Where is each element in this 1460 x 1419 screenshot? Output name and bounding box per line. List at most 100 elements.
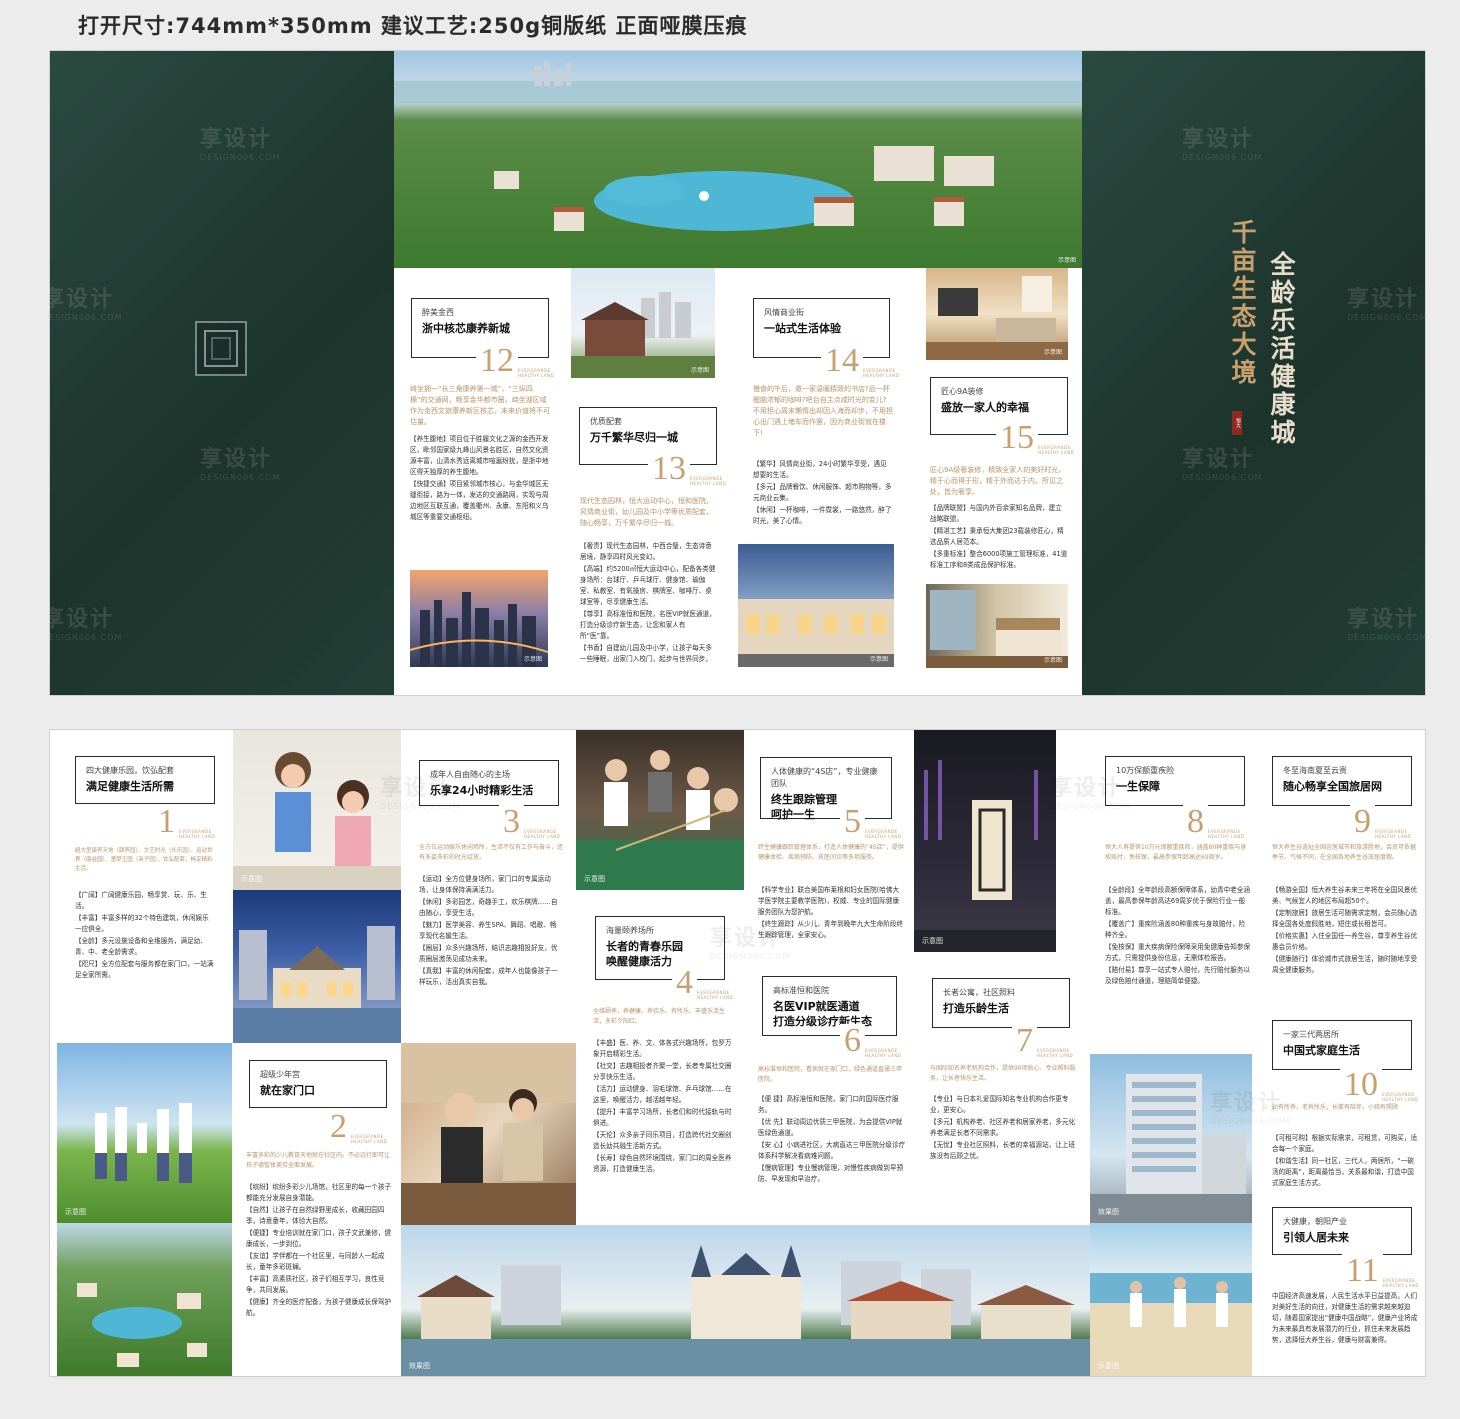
- feature-item: 【专业】与日本礼爱国际知名专业机构合作更专业，更安心。: [930, 1095, 1069, 1114]
- feature-item: 【休闲】多彩园艺，奇趣手工，欢乐棋牌……自由随心，享受生活。: [419, 898, 558, 917]
- panel-number-group: 1 EVERGRANDE HEALTHY LAND: [154, 805, 219, 839]
- heading-title: 一生保障: [1116, 780, 1160, 793]
- photo-caption: 示意图: [869, 656, 888, 663]
- feature-item: 【书香】自建幼儿园及中小学，让孩子每天多一些睡眠，出家门入校门，起步与世界同步。: [580, 644, 712, 663]
- photo-caption: 效果图: [409, 1362, 430, 1370]
- panel-intro: 丰富多彩的少儿教育天地就在社区内，不必远行即可让孩子德智体美劳全面发展。: [246, 1152, 391, 1169]
- panel-number-group: 8 EVERGRANDE HEALTHY LAND: [1183, 805, 1248, 839]
- panel-intro: 全维颐养，养健康、养欢乐、有所乐、丰盛乐活生活，多彩夕阳红。: [593, 1008, 726, 1025]
- photo-caption: 示意图: [65, 1208, 86, 1216]
- feature-item: 【健康】齐全的医疗配备，为孩子健康成长保驾护航。: [246, 1298, 392, 1317]
- feature-item: 【赔付易】尊享一站式专人赔付，先行赔付服务以及绿色赔付通道，理赔简单便捷。: [1105, 966, 1251, 985]
- feature-item: 【健康随行】体验城市式旅居生活，随时随地享受周全健康服务。: [1272, 955, 1418, 974]
- heading-title: 随心畅享全国旅居网: [1283, 780, 1382, 793]
- heading-subtitle: 高标准恒和医院: [773, 986, 829, 995]
- photo-caption: 示意图: [1098, 1362, 1119, 1370]
- feature-list: 【专业】与日本礼爱国际知名专业机构合作更专业，更安心。 【多元】机构养老、社区养…: [930, 1094, 1076, 1163]
- feature-list: 【畅游全国】恒大养生谷未来三年将在全国风景优美、气候宜人的地区布局超50个。 【…: [1272, 885, 1418, 977]
- clubhouse-night-photo: [233, 890, 401, 1043]
- feature-item: 【养生腹地】项目位于胜履文化之源的金西开发区，毗邻国家级九峰山风景名胜区，自然文…: [410, 435, 549, 476]
- feature-list: 中国经济高速发展，人民生活水平日益提高，人们对美好生活的向往，对健康生活的需求越…: [1272, 1291, 1418, 1347]
- panel-number: 7: [1012, 1024, 1037, 1058]
- feature-item: 【无忧】专业社区照料，长者的幸福源站，让上班族没有后顾之忧。: [930, 1141, 1076, 1160]
- heading-subtitle: 一家三代两居所: [1283, 1030, 1339, 1039]
- feature-item: 【全龄】多元设施设备和全维服务，满足幼、青、中、老全龄需求。: [75, 937, 207, 956]
- heading-box: 大健康，朝阳产业 引领人居未来: [1272, 1207, 1412, 1255]
- feature-item: 【社交】志趣相投者齐聚一堂，长者专属社交圈分享快乐生活。: [593, 1062, 732, 1081]
- feature-item: 【便捷】专业培训就在家门口，孩子文武兼修，健康成长，一步到位。: [246, 1229, 392, 1248]
- feature-list: 【便 捷】高标准恒和医院，家门口的国际医疗服务。 【优 先】联动周边优质三甲医院…: [758, 1094, 908, 1186]
- panel-number: 2: [326, 1110, 351, 1144]
- panel-number-group: 10 EVERGRANDE HEALTHY LAND: [1340, 1068, 1422, 1102]
- family-walking-photo: 示意图: [57, 1043, 232, 1223]
- number-tag: EVERGRANDE HEALTHY LAND: [865, 829, 902, 839]
- feature-item: 【真我】丰富的休闲配套，成年人也能像孩子一样玩乐，活出真实自我。: [419, 967, 558, 986]
- panel-number-group: 5 EVERGRANDE HEALTHY LAND: [840, 805, 905, 839]
- feature-list: 【广阔】广阔健康乐园，畅享赏、玩、乐、生活。 【丰富】丰富多样的32个特色建筑，…: [75, 890, 215, 982]
- heading-subtitle: 优质配套: [590, 417, 622, 426]
- panel-number-group: 14 EVERGRANDE HEALTHY LAND: [821, 344, 903, 378]
- feature-item: 【免核保】重大疾病保险保障采用免健康告知参保方式，只需提供身份信息，无需体检报告…: [1105, 943, 1251, 962]
- hospital-building-photo: 效果图: [1090, 1054, 1252, 1223]
- panel-number-group: 7 EVERGRANDE HEALTHY LAND: [1012, 1024, 1077, 1058]
- photo-caption: 示意图: [690, 367, 709, 374]
- feature-list: 【丰盛】医、养、文、体各式兴趣场所，包罗万象开启精彩生活。 【社交】志趣相投者齐…: [593, 1038, 733, 1176]
- panel-intro: 与国际知名养老机构合作，提供90项贴心、专业照料服务，让长者快乐生活。: [930, 1065, 1076, 1082]
- feature-item: 【多重标准】整合6000项施工管理标准，41道标准工序和8类成品保护标准。: [930, 550, 1068, 569]
- heading-title: 中国式家庭生活: [1283, 1044, 1360, 1057]
- feature-item: 【提升】丰富学习场所，长者们和时代接轨与时俱进。: [593, 1108, 732, 1127]
- cover-title-left: 千亩生态大境: [1228, 219, 1257, 387]
- panel-number: 10: [1340, 1068, 1382, 1102]
- aerial-resort-photo: 示意图: [394, 51, 1082, 268]
- feature-item: 【品牌联盟】与国内外百余家知名品牌，建立战略联盟。: [930, 504, 1062, 523]
- feature-item: 【丰富】高素质社区，孩子们相互学习，良性竞争，共同发展。: [246, 1275, 385, 1294]
- brochure-inside-sheet: 四大健康乐园，饮弘配套 满足健康生活所需 1 EVERGRANDE HEALTH…: [49, 729, 1426, 1377]
- feature-item: 【繁华】风情商业街，24小时繁华享受，遇见想要的生活。: [753, 460, 887, 479]
- panel-number-group: 11 EVERGRANDE HEALTHY LAND: [1342, 1254, 1423, 1288]
- heading-subtitle: 醉美金西: [422, 308, 454, 317]
- number-tag: EVERGRANDE HEALTHY LAND: [697, 990, 734, 1000]
- panel-number-group: 13 EVERGRANDE HEALTHY LAND: [648, 452, 730, 486]
- elderly-reading-photo: [401, 1043, 576, 1225]
- heading-subtitle: 冬至海南夏至云贵: [1283, 766, 1347, 775]
- panel-number: 14: [821, 344, 863, 378]
- living-room-photo: 示意图: [926, 268, 1068, 360]
- feature-list: 【缤纷】缤纷多彩少儿场馆，社区里的每一个孩子都能充分发展自身潜能。 【自然】让孩…: [246, 1182, 392, 1320]
- feature-item: 【活力】运动健身、羽毛球馆、乒乓球馆……在这里，唤醒活力，越活越年轻。: [593, 1085, 732, 1104]
- heading-title: 引领人居未来: [1283, 1231, 1349, 1244]
- heading-title: 打造乐龄生活: [943, 1002, 1009, 1015]
- feature-list: 【运动】全方位健身场所，家门口的专属运动场，让身体保持满满活力。 【休闲】多彩园…: [419, 874, 563, 989]
- panel-intro: 恒大养生谷选址全国宜居城市和旅游胜地，会员可依据季节、气候不同，在全国各地养生谷…: [1272, 844, 1417, 861]
- feature-item: 【价格实惠】入住全国任一养生谷，尊享养生谷优惠会员价格。: [1272, 932, 1418, 951]
- panel-intro: 终生健康跟踪管理体系，打造人体健康的“4S店”，提供健康体检、疾病预防、名医问诊…: [758, 844, 904, 861]
- feature-item: 【咫尺】全方位配套与服务都在家门口，一站满足全家所需。: [75, 960, 214, 979]
- commercial-street-photo: 示意图: [738, 544, 894, 667]
- photo-caption: 示意图: [1043, 657, 1062, 664]
- watermark: 享设计 DESIGN006.COM: [1347, 607, 1426, 642]
- panel-number: 1: [154, 805, 179, 839]
- heading-box: 四大健康乐园，饮弘配套 满足健康生活所需: [75, 756, 215, 804]
- feature-item: 【畅游全国】恒大养生谷未来三年将在全国风景优美、气候宜人的地区布局超50个。: [1272, 886, 1418, 905]
- watermark: 享设计 DESIGN006.COM: [1347, 287, 1426, 322]
- feature-list: 【品牌联盟】与国内外百余家知名品牌，建立战略联盟。 【精湛工艺】秉承恒大集团23…: [930, 503, 1068, 572]
- heading-subtitle: 匠心9A装修: [941, 387, 984, 396]
- beach-family-photo: 示意图: [1090, 1223, 1252, 1376]
- watermark: 享设计 DESIGN006.COM: [200, 447, 281, 482]
- number-tag: EVERGRANDE HEALTHY LAND: [865, 1048, 902, 1058]
- heading-subtitle: 风情商业街: [764, 308, 804, 317]
- night-lantern-photo: 示意图: [914, 730, 1056, 952]
- feature-item: 【多元】品牌餐饮、休闲服饰、超市购物等，多元商业云集。: [753, 483, 892, 502]
- feature-item: 【丰富】丰富多样的32个特色建筑，休闲娱乐一应俱全。: [75, 914, 209, 933]
- number-tag: EVERGRANDE HEALTHY LAND: [1382, 1092, 1419, 1102]
- panel-number-group: 2 EVERGRANDE HEALTHY LAND: [326, 1110, 391, 1144]
- number-tag: EVERGRANDE HEALTHY LAND: [179, 829, 216, 839]
- feature-list: 【奢贵】现代生态园林，中西合璧，生态诗意居境，静享四时风光变幻。 【高端】约52…: [580, 541, 718, 666]
- inside-flap-area: 示意图 醉美金西 浙中核芯康养新城 12 EVERGRANDE HEALTHY …: [394, 51, 1082, 695]
- seal-stamp: 恒大: [1232, 411, 1242, 435]
- cover-title-right: 全龄乐活健康城: [1267, 251, 1296, 447]
- panel-number-group: 3 EVERGRANDE HEALTHY LAND: [499, 805, 564, 839]
- feature-item: 【友谊】学伴都在一个社区里，与同龄人一起成长，童年多彩斑斓。: [246, 1252, 385, 1271]
- number-tag: EVERGRANDE HEALTHY LAND: [351, 1134, 388, 1144]
- feature-item: 【尊享】高标准恒和医院，名医VIP就医通道，打造分级诊疗新生态，让您和家人有所“…: [580, 610, 716, 640]
- feature-item: 【优 先】联动周边优质三甲医院，为会提供VIP就医绿色通道。: [758, 1118, 903, 1137]
